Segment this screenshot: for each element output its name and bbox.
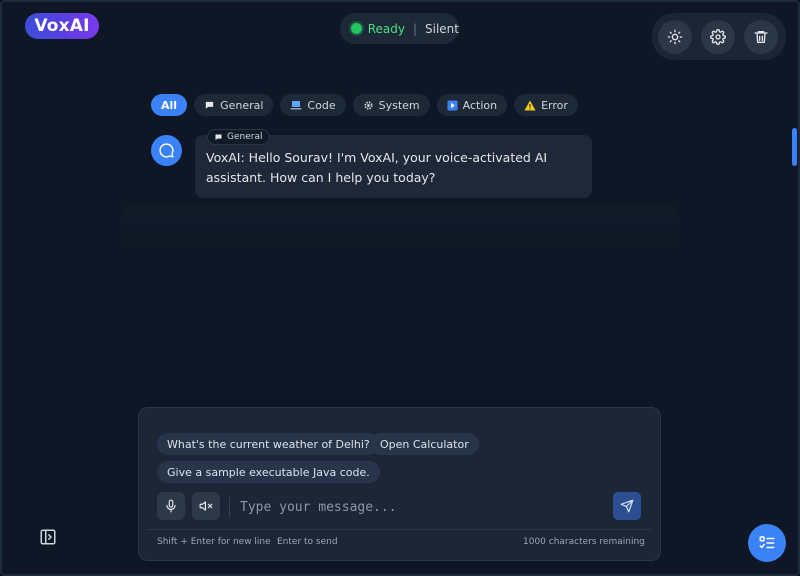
suggestion-chip[interactable]: What's the current weather of Delhi? <box>157 433 380 455</box>
message-filters: All General Code System Action Error <box>151 94 578 116</box>
clear-chat-button[interactable] <box>744 19 778 54</box>
message-text: VoxAI: Hello Sourav! I'm VoxAI, your voi… <box>206 150 548 185</box>
filter-label: System <box>378 98 420 112</box>
chat-area-fade <box>120 205 680 250</box>
send-icon <box>620 499 634 513</box>
character-counter: 1000 characters remaining <box>523 537 645 547</box>
microphone-button[interactable] <box>157 492 185 520</box>
assistant-avatar <box>151 135 182 166</box>
sidebar-panel-icon <box>40 529 56 545</box>
message-category-badge: General <box>207 129 271 145</box>
filter-label: Code <box>307 98 336 112</box>
suggestion-chip[interactable]: Open Calculator <box>370 433 479 455</box>
theme-toggle-button[interactable] <box>658 19 692 54</box>
play-icon <box>447 99 458 111</box>
laptop-icon <box>290 100 302 111</box>
message-category-label: General <box>227 132 263 142</box>
filter-code[interactable]: Code <box>280 94 346 116</box>
status-pill: Ready | Silent <box>340 13 459 44</box>
status-dot-icon <box>351 23 362 34</box>
newline-hint: Shift + Enter for new line <box>157 537 271 547</box>
status-mode[interactable]: Silent <box>425 22 459 36</box>
filter-label: All <box>161 98 178 112</box>
sun-icon <box>667 29 683 44</box>
composer-divider <box>229 497 230 517</box>
filter-label: Error <box>541 98 568 112</box>
top-toolbar <box>652 13 786 60</box>
mute-button[interactable] <box>192 492 220 520</box>
filter-all[interactable]: All <box>151 94 188 116</box>
trash-icon <box>754 30 768 43</box>
task-list-button[interactable] <box>748 524 786 562</box>
microphone-icon <box>166 499 176 513</box>
send-hint: Enter to send <box>277 537 338 547</box>
scrollbar-thumb[interactable] <box>792 128 797 166</box>
suggestion-chip[interactable]: Give a sample executable Java code. <box>157 461 380 483</box>
status-state: Ready <box>367 21 405 36</box>
composer-footer-divider <box>148 529 651 530</box>
gear-icon <box>710 28 726 45</box>
sidebar-toggle-button[interactable] <box>38 527 58 547</box>
checklist-icon <box>759 536 775 549</box>
send-button[interactable] <box>613 492 641 520</box>
speaker-muted-icon <box>199 501 213 511</box>
settings-button[interactable] <box>701 19 735 54</box>
filter-general[interactable]: General <box>194 94 274 116</box>
speech-bubble-icon <box>204 100 215 111</box>
app-logo: VoxAI <box>25 13 99 39</box>
message-input[interactable] <box>240 494 600 520</box>
filter-label: Action <box>462 98 498 112</box>
filter-system[interactable]: System <box>352 94 430 116</box>
filter-label: General <box>220 98 264 112</box>
filter-error[interactable]: Error <box>514 94 578 116</box>
gear-icon <box>363 100 374 111</box>
filter-action[interactable]: Action <box>436 94 508 116</box>
speech-bubble-icon <box>214 133 223 142</box>
status-divider: | <box>412 21 418 36</box>
warning-icon <box>524 100 536 111</box>
chat-bubble-icon <box>159 143 174 158</box>
